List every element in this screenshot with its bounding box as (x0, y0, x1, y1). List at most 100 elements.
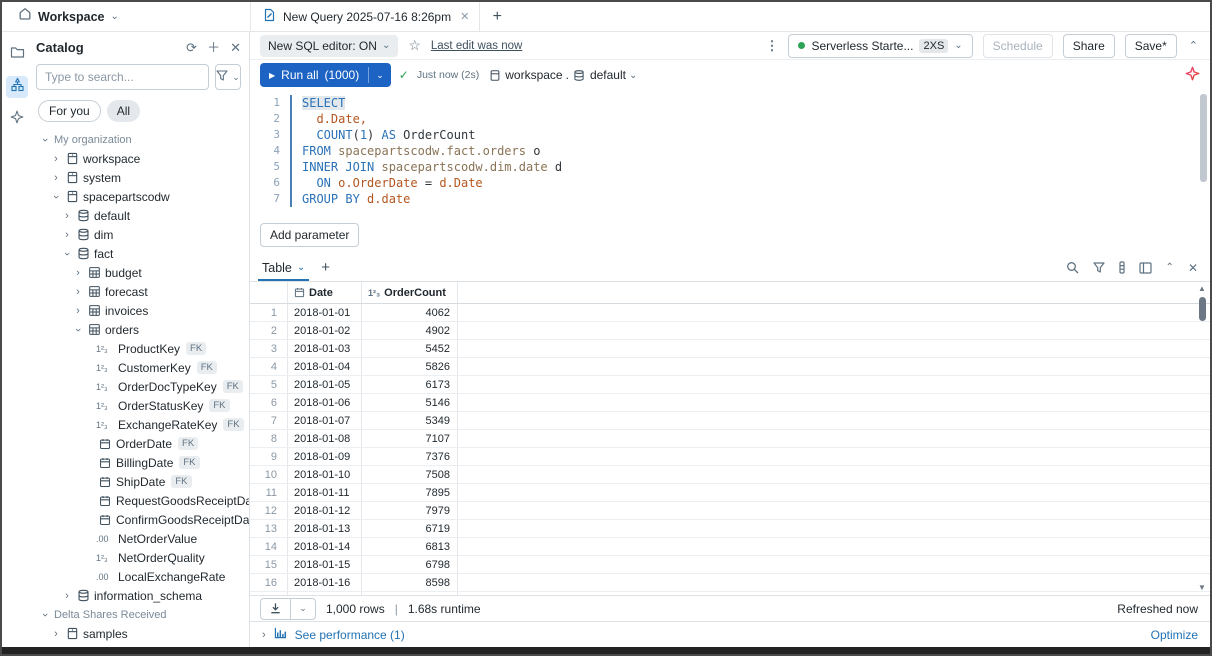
filter-all-pill[interactable]: All (107, 100, 140, 122)
catalog-tree-item[interactable]: ›ShipDateFK (34, 472, 249, 491)
chevron-down-icon[interactable]: › (72, 323, 84, 337)
catalog-browser-button[interactable] (6, 76, 28, 98)
see-performance-link[interactable]: See performance (1) (295, 628, 405, 642)
editor-scrollbar[interactable] (1200, 94, 1207, 182)
last-edit-link[interactable]: Last edit was now (431, 40, 522, 52)
catalog-tree-section[interactable]: ›Delta Shares Received (34, 605, 249, 624)
catalog-tree-item[interactable]: ›1²₃CustomerKeyFK (34, 358, 249, 377)
code-line[interactable]: 2 d.Date, (250, 111, 1210, 127)
table-row[interactable]: 132018-01-136719 (250, 520, 1210, 538)
chevron-down-icon[interactable]: › (39, 608, 51, 622)
new-tab-button[interactable]: + (480, 2, 514, 31)
catalog-tree-item[interactable]: ›default (34, 206, 249, 225)
run-all-button[interactable]: ▶ Run all (1000) ⌄ (260, 63, 391, 87)
results-scrollbar[interactable]: ▲ ▼ (1196, 284, 1208, 593)
favorite-star-icon[interactable]: ☆ (408, 37, 421, 54)
catalog-tree-item[interactable]: ›spacepartscodw (34, 187, 249, 206)
query-tab[interactable]: New Query 2025-07-16 8:26pm ✕ (250, 2, 480, 31)
sql-code-editor[interactable]: 1SELECT2 d.Date,3 COUNT(1) AS OrderCount… (250, 90, 1210, 216)
run-options-caret[interactable]: ⌄ (369, 63, 391, 87)
chevron-right-icon[interactable]: › (71, 267, 85, 279)
close-tab-icon[interactable]: ✕ (460, 10, 469, 23)
code-line[interactable]: 4FROM spacepartscodw.fact.orders o (250, 143, 1210, 159)
catalog-tree-item[interactable]: ›workspace (34, 149, 249, 168)
open-side-panel-icon[interactable] (1139, 262, 1152, 274)
catalog-tree-item[interactable]: ›invoices (34, 301, 249, 320)
scroll-down-icon[interactable]: ▼ (1198, 583, 1206, 593)
chevron-right-icon[interactable]: › (49, 153, 63, 165)
table-row[interactable]: 32018-01-035452 (250, 340, 1210, 358)
table-row[interactable]: 112018-01-117895 (250, 484, 1210, 502)
catalog-tree-item[interactable]: ›forecast (34, 282, 249, 301)
catalog-tree-item[interactable]: ›OrderDateFK (34, 434, 249, 453)
catalog-tree-item[interactable]: ›fact (34, 244, 249, 263)
table-row[interactable]: 92018-01-097376 (250, 448, 1210, 466)
filter-results-icon[interactable] (1093, 262, 1105, 273)
download-options-caret[interactable]: ⌄ (291, 599, 315, 619)
table-row[interactable]: 52018-01-056173 (250, 376, 1210, 394)
workspace-switcher[interactable]: Workspace ⌄ (2, 2, 250, 31)
table-row[interactable]: 102018-01-107508 (250, 466, 1210, 484)
add-visualization-button[interactable]: + (321, 259, 330, 276)
table-row[interactable]: 82018-01-087107 (250, 430, 1210, 448)
code-line[interactable]: 3 COUNT(1) AS OrderCount (250, 127, 1210, 143)
chevron-down-icon[interactable]: › (61, 247, 73, 261)
add-icon[interactable]: ＋ (207, 41, 220, 54)
optimize-link[interactable]: Optimize (1151, 628, 1198, 642)
catalog-filter-button[interactable]: ⌄ (215, 64, 241, 90)
download-icon[interactable] (261, 599, 291, 619)
catalog-tree-section[interactable]: ›My organization (34, 130, 249, 149)
collapse-toolbar-icon[interactable]: ⌃ (1187, 39, 1200, 52)
table-row[interactable]: 172018-01-178917 (250, 592, 1210, 595)
refresh-icon[interactable]: ⟳ (186, 41, 197, 54)
assistant-rail-button[interactable] (6, 108, 28, 130)
chevron-down-icon[interactable]: › (39, 133, 51, 147)
chevron-right-icon[interactable]: › (60, 590, 74, 602)
catalog-tree-item[interactable]: ›1²₃NetOrderQuality (34, 548, 249, 567)
table-row[interactable]: 142018-01-146813 (250, 538, 1210, 556)
code-line[interactable]: 7GROUP BY d.date (250, 191, 1210, 207)
kebab-menu-icon[interactable]: ⋮ (765, 38, 778, 54)
save-button[interactable]: Save* (1125, 34, 1177, 58)
table-row[interactable]: 12018-01-014062 (250, 304, 1210, 322)
share-button[interactable]: Share (1063, 34, 1115, 58)
catalog-schema-selector[interactable]: workspace . default ⌄ (487, 68, 637, 82)
catalog-tree-item[interactable]: ›budget (34, 263, 249, 282)
table-row[interactable]: 22018-01-024902 (250, 322, 1210, 340)
catalog-tree-item[interactable]: ›.00LocalExchangeRate (34, 567, 249, 586)
search-results-icon[interactable] (1066, 261, 1079, 274)
chevron-right-icon[interactable]: › (71, 305, 85, 317)
schedule-button[interactable]: Schedule (983, 34, 1053, 58)
download-split-button[interactable]: ⌄ (260, 598, 316, 620)
catalog-tree-item[interactable]: ›ConfirmGoodsReceiptDateFK (34, 510, 249, 529)
table-row[interactable]: 72018-01-075349 (250, 412, 1210, 430)
close-panel-icon[interactable]: ✕ (230, 41, 241, 54)
workspace-browser-button[interactable] (6, 44, 28, 66)
chevron-down-icon[interactable]: › (50, 190, 62, 204)
column-header-date[interactable]: Date (288, 282, 362, 303)
chevron-right-icon[interactable]: › (60, 210, 74, 222)
table-row[interactable]: 42018-01-045826 (250, 358, 1210, 376)
catalog-tree-item[interactable]: ›system (34, 168, 249, 187)
close-results-icon[interactable]: ✕ (1188, 261, 1198, 275)
scrollbar-thumb[interactable] (1199, 297, 1206, 321)
tab-table[interactable]: Table ⌄ (262, 254, 305, 281)
catalog-search-input[interactable] (36, 64, 209, 90)
code-line[interactable]: 1SELECT (250, 95, 1210, 111)
catalog-tree-item[interactable]: ›dim (34, 225, 249, 244)
scroll-up-icon[interactable]: ▲ (1198, 284, 1206, 294)
filter-for-you-pill[interactable]: For you (38, 100, 101, 122)
catalog-tree-item[interactable]: ›1²₃ExchangeRateKeyFK (34, 415, 249, 434)
collapse-results-icon[interactable]: ⌃ (1166, 262, 1174, 273)
catalog-tree-item[interactable]: ›.00NetOrderValue (34, 529, 249, 548)
new-sql-editor-toggle[interactable]: New SQL editor: ON ⌄ (260, 35, 398, 57)
catalog-tree-item[interactable]: ›1²₃OrderDocTypeKeyFK (34, 377, 249, 396)
catalog-tree-item[interactable]: ›orders (34, 320, 249, 339)
warehouse-selector-button[interactable]: Serverless Starte... 2XS ⌄ (788, 34, 972, 58)
column-header-ordercount[interactable]: 1²₃ OrderCount (362, 282, 458, 303)
table-row[interactable]: 152018-01-156798 (250, 556, 1210, 574)
chevron-right-icon[interactable]: › (71, 286, 85, 298)
chevron-right-icon[interactable]: › (60, 229, 74, 241)
table-row[interactable]: 122018-01-127979 (250, 502, 1210, 520)
catalog-tree-item[interactable]: ›BillingDateFK (34, 453, 249, 472)
